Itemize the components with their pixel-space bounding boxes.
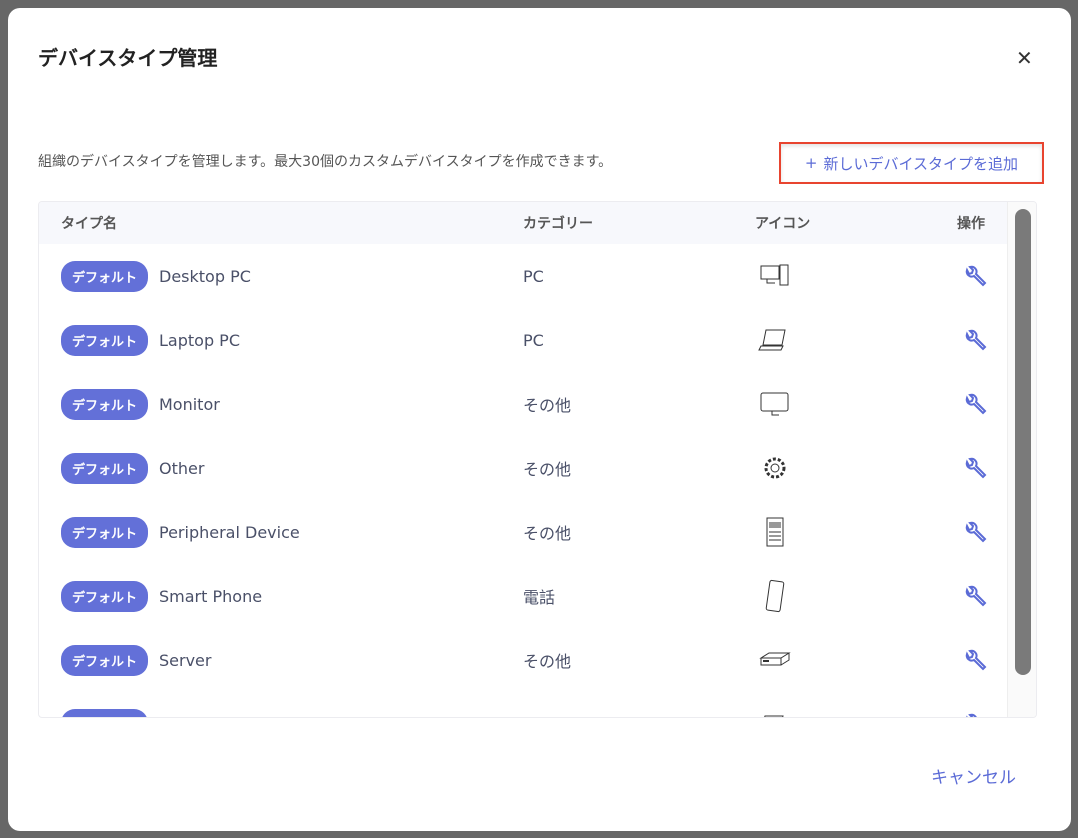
default-badge: デフォルト [61, 644, 149, 676]
category: その他 [523, 524, 572, 543]
table-row: デフォルト [39, 692, 1036, 718]
default-badge: デフォルト [61, 324, 149, 356]
device-type-table: タイプ名 カテゴリー アイコン 操作 デフォルト Desktop PC PC デ… [38, 201, 1037, 718]
type-name: Monitor [159, 394, 220, 414]
wrench-icon[interactable] [963, 264, 987, 288]
scrollbar[interactable] [1007, 202, 1036, 717]
wrench-icon[interactable] [963, 584, 987, 608]
header-actions: 操作 [957, 216, 985, 232]
wrench-icon[interactable] [963, 392, 987, 416]
plus-icon: + [804, 154, 818, 172]
table-row: デフォルト Desktop PC PC [39, 244, 1036, 308]
modal-description: 組織のデバイスタイプを管理します。最大30個のカスタムデバイスタイプを作成できま… [38, 154, 613, 170]
category: その他 [523, 460, 572, 479]
wrench-icon[interactable] [963, 648, 987, 672]
category: PC [523, 266, 544, 286]
wrench-icon[interactable] [963, 712, 987, 718]
type-name: Server [159, 650, 212, 670]
default-badge: デフォルト [61, 260, 149, 292]
desktop-icon [760, 264, 789, 286]
default-badge: デフォルト [61, 580, 149, 612]
gear-icon [764, 457, 786, 479]
table-header: タイプ名 カテゴリー アイコン 操作 [39, 202, 1036, 244]
scrollbar-thumb[interactable] [1015, 209, 1031, 675]
default-badge: デフォルト [61, 516, 149, 548]
wrench-icon[interactable] [963, 328, 987, 352]
monitor-icon [760, 392, 789, 416]
default-badge: デフォルト [61, 388, 149, 420]
table-row: デフォルト Peripheral Device その他 [39, 500, 1036, 564]
printer-icon [766, 517, 784, 547]
type-name: Peripheral Device [159, 522, 300, 542]
type-name: Other [159, 458, 205, 478]
default-badge: デフォルト [61, 708, 149, 717]
table-row: デフォルト Other その他 [39, 436, 1036, 500]
type-name: Smart Phone [159, 586, 263, 606]
category: その他 [523, 652, 572, 671]
wrench-icon[interactable] [963, 520, 987, 544]
wrench-icon[interactable] [963, 456, 987, 480]
laptop-icon [758, 329, 786, 351]
category: 電話 [523, 588, 556, 607]
add-device-type-button[interactable]: + 新しいデバイスタイプを追加 [779, 142, 1044, 184]
category: PC [523, 330, 544, 350]
server-icon [759, 652, 791, 666]
device-type-modal: デバイスタイプ管理 ✕ 組織のデバイスタイプを管理します。最大30個のカスタムデ… [8, 8, 1071, 831]
device-icon [764, 715, 784, 717]
default-badge: デフォルト [61, 452, 149, 484]
header-icon: アイコン [755, 216, 811, 232]
modal-title: デバイスタイプ管理 [38, 46, 218, 70]
header-type-name: タイプ名 [61, 216, 117, 232]
category: その他 [523, 396, 572, 415]
header-category: カテゴリー [523, 216, 593, 232]
add-button-label: 新しいデバイスタイプを追加 [823, 154, 1019, 173]
phone-icon [765, 579, 785, 613]
type-name: Laptop PC [159, 330, 240, 350]
type-name: Desktop PC [159, 266, 251, 286]
close-icon[interactable]: ✕ [1016, 46, 1033, 70]
table-row: デフォルト Server その他 [39, 628, 1036, 692]
cancel-button[interactable]: キャンセル [931, 763, 1016, 788]
table-row: デフォルト Smart Phone 電話 [39, 564, 1036, 628]
table-row: デフォルト Laptop PC PC [39, 308, 1036, 372]
table-row: デフォルト Monitor その他 [39, 372, 1036, 436]
